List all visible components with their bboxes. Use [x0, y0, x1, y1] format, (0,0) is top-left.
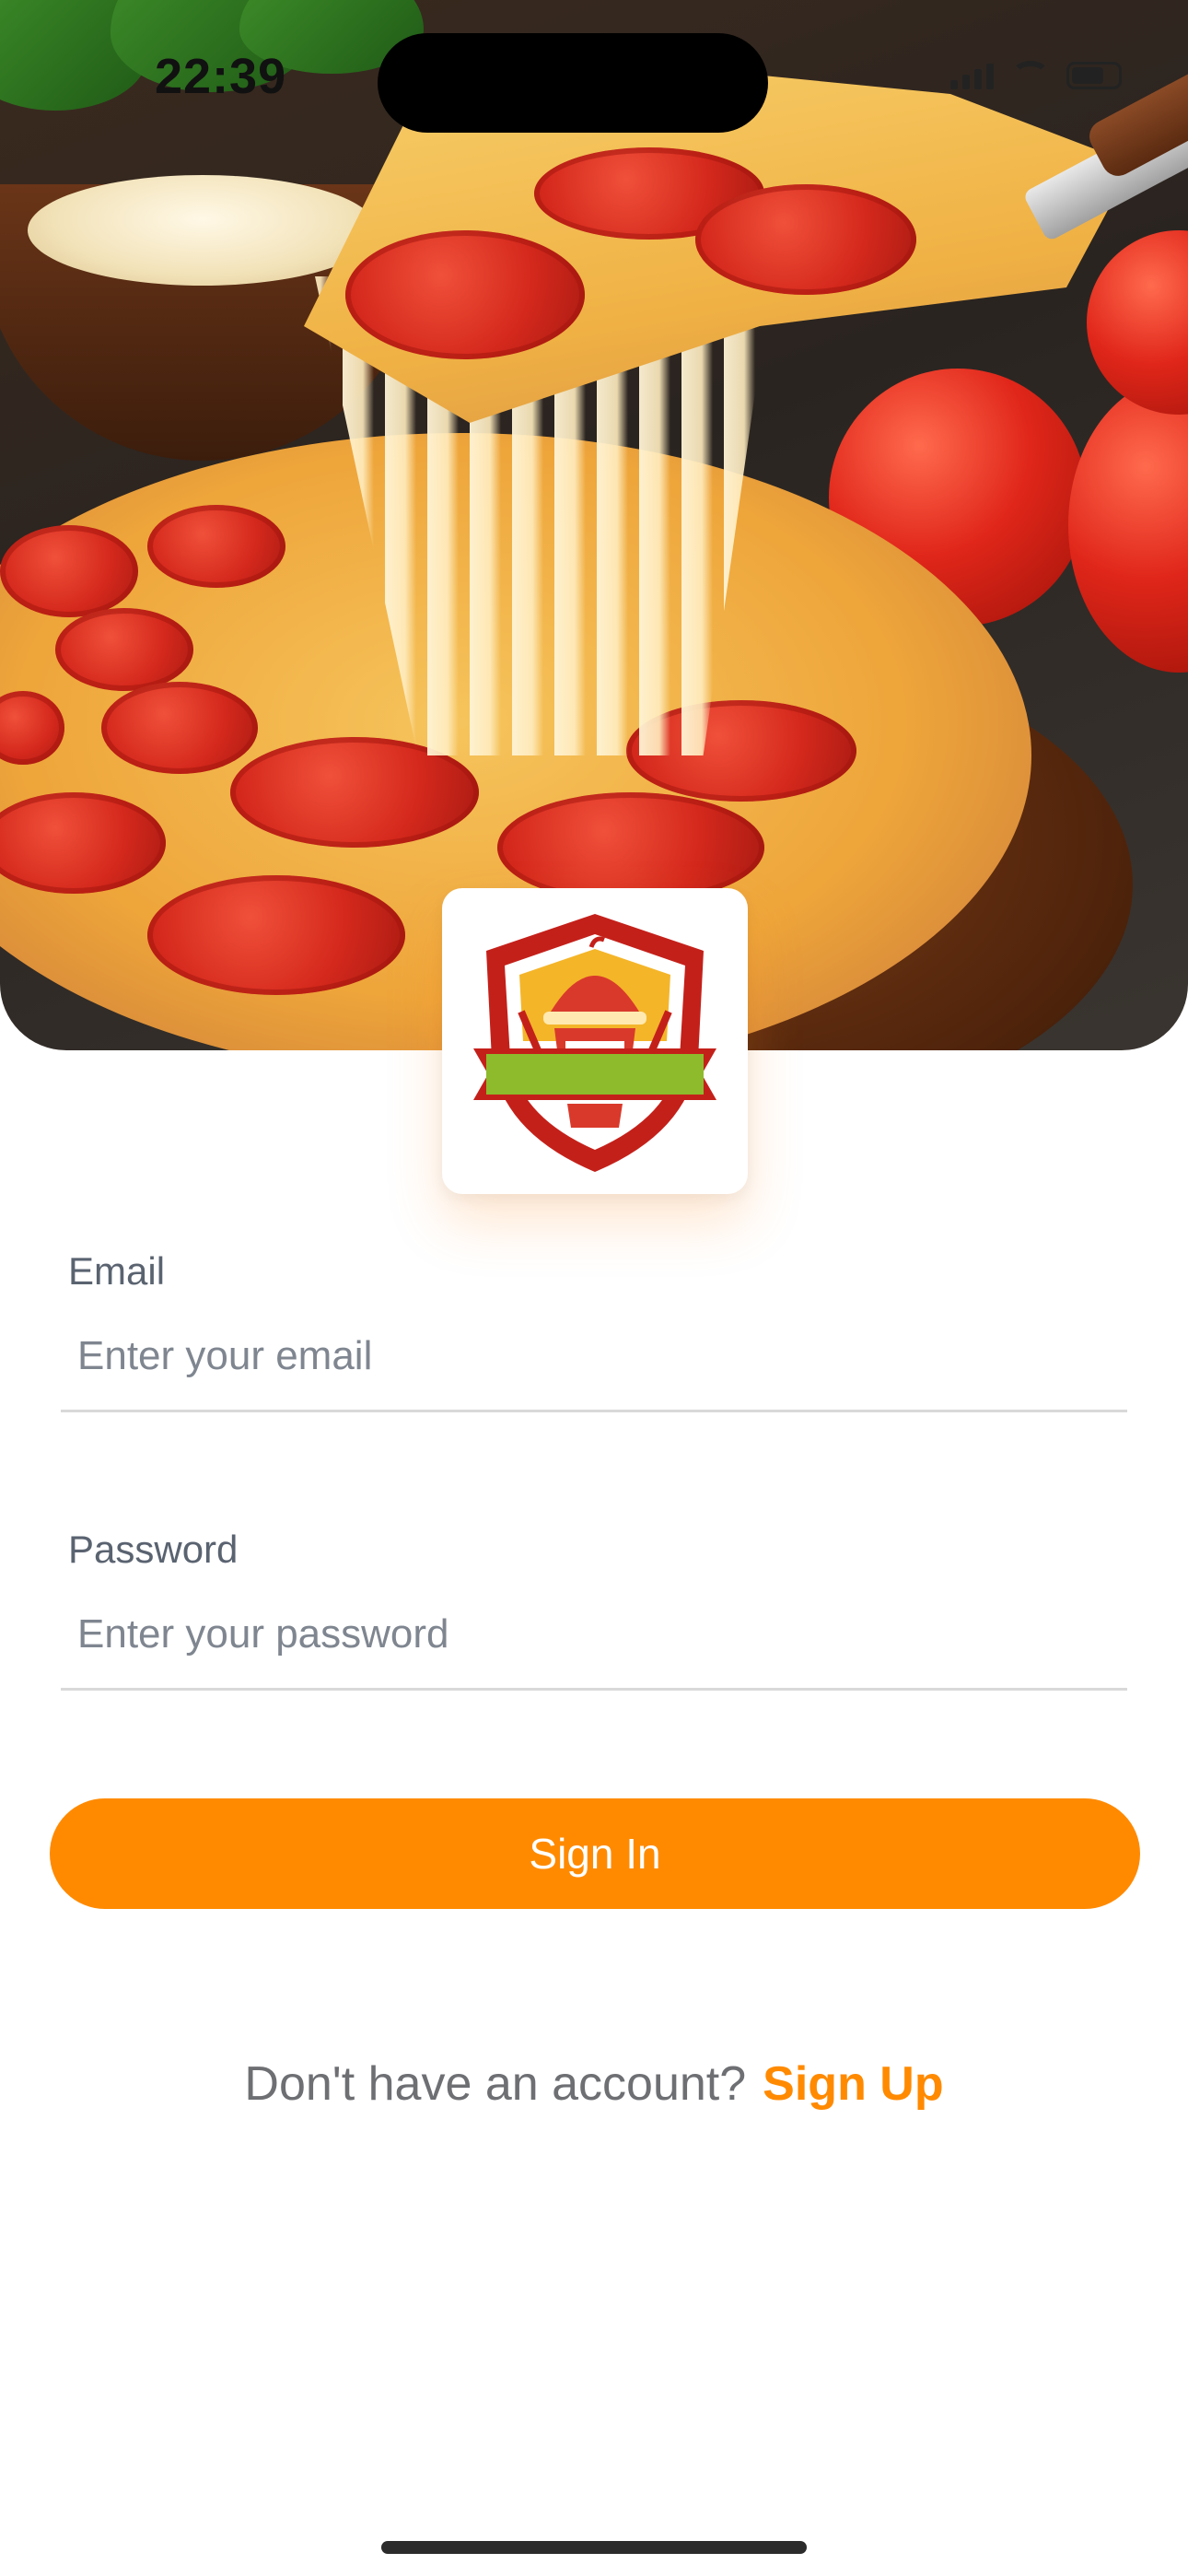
password-label: Password [68, 1528, 239, 1571]
pepperoni [101, 682, 258, 774]
pepperoni [147, 505, 285, 588]
password-field-group: Password [61, 1528, 1127, 1703]
sign-up-link[interactable]: Sign Up [763, 2057, 943, 2111]
email-label: Email [68, 1249, 166, 1293]
tomato [1087, 230, 1188, 415]
food-shield-logo-icon [473, 914, 716, 1172]
password-input[interactable] [61, 1590, 1127, 1679]
status-bar: 22:39 [0, 0, 1188, 147]
password-underline [61, 1688, 1127, 1691]
cellular-signal-icon [950, 62, 995, 89]
battery-icon [1066, 62, 1122, 89]
signup-prompt-row: Don't have an account? Sign Up [0, 2056, 1188, 2112]
pepperoni [695, 184, 916, 295]
home-indicator[interactable] [381, 2541, 807, 2554]
pepperoni [0, 525, 138, 617]
status-time: 22:39 [155, 49, 287, 104]
wifi-icon [1011, 61, 1050, 90]
email-input[interactable] [61, 1312, 1127, 1400]
pepperoni [497, 792, 764, 903]
status-icons [950, 61, 1122, 90]
tomato [1068, 378, 1188, 673]
pepperoni [345, 230, 585, 359]
sign-in-button[interactable]: Sign In [50, 1798, 1140, 1909]
email-underline [61, 1410, 1127, 1412]
dynamic-island [378, 33, 768, 133]
pepperoni [147, 875, 405, 995]
signup-prompt-text: Don't have an account? [244, 2057, 747, 2111]
email-field-group: Email [61, 1249, 1127, 1424]
pepperoni [55, 608, 193, 691]
app-logo-card [442, 888, 748, 1194]
grated-cheese [28, 175, 378, 286]
